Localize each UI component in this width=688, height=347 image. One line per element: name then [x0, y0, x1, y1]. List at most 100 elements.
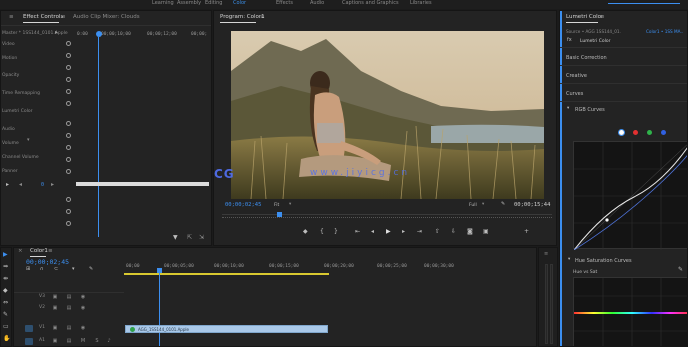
reset-icon[interactable] — [66, 145, 71, 150]
add-marker-icon[interactable]: ◆ — [303, 229, 308, 235]
scrub-bar[interactable] — [222, 214, 552, 215]
ec-playhead-line[interactable] — [98, 37, 99, 237]
lock-icon[interactable]: ▣ — [52, 294, 58, 300]
tab-menu-icon[interactable]: ≡ — [600, 14, 605, 20]
tab-effect-controls[interactable]: Effect Controls — [23, 14, 63, 20]
go-to-in-icon[interactable]: ⇤ — [355, 229, 360, 235]
section-creative[interactable]: Creative — [566, 73, 587, 79]
mute-icon[interactable]: M — [80, 338, 86, 344]
section-basic-correction[interactable]: Basic Correction — [566, 55, 607, 61]
channel-green-icon[interactable] — [647, 130, 652, 135]
play-only-icon[interactable]: ▸ — [55, 30, 58, 36]
source-patch-a1[interactable] — [25, 338, 33, 345]
go-to-out-icon[interactable]: ⇥ — [417, 229, 422, 235]
workspace-editing[interactable]: Editing — [205, 0, 222, 6]
workspace-libraries[interactable]: Libraries — [410, 0, 432, 6]
dropdown-chevron-icon[interactable]: ▾ — [27, 138, 30, 143]
meters-menu-icon[interactable]: ≡ — [544, 252, 548, 257]
timeline-timecode[interactable]: 00;00;02;45 — [26, 258, 69, 266]
mark-out-icon[interactable]: } — [334, 229, 338, 235]
keyframe-nav-icon[interactable]: ◂ — [19, 182, 22, 188]
hand-tool-icon[interactable]: ✋ — [3, 336, 10, 342]
eye-icon[interactable]: ◉ — [80, 305, 86, 311]
rectangle-tool-icon[interactable]: ▭ — [3, 324, 9, 330]
step-forward-icon[interactable]: ▸ — [402, 229, 405, 235]
ec-row-opacity[interactable]: Opacity — [2, 73, 19, 78]
chevron-down-icon[interactable]: ▾ — [568, 257, 570, 263]
nest-icon[interactable]: ⊞ — [26, 267, 30, 272]
eyedropper-icon[interactable]: ✎ — [678, 267, 683, 273]
reset-icon[interactable] — [66, 101, 71, 106]
ec-row-time-remapping[interactable]: Time Remapping — [2, 91, 40, 96]
keyframe-next-icon[interactable]: ▸ — [51, 182, 54, 188]
rgb-curves-label[interactable]: RGB Curves — [575, 107, 605, 113]
sync-lock-icon[interactable]: ▤ — [66, 305, 72, 311]
export-icon[interactable]: ⇱ — [187, 235, 192, 241]
reset-icon[interactable] — [66, 221, 71, 226]
reset-icon[interactable] — [66, 169, 71, 174]
ec-row-channel-volume[interactable]: Channel Volume — [2, 155, 39, 160]
reset-icon[interactable] — [66, 133, 71, 138]
reset-icon[interactable] — [66, 157, 71, 162]
ec-small-value[interactable]: 0 — [41, 182, 44, 188]
linked-selection-icon[interactable]: ⊂ — [54, 267, 58, 272]
channel-blue-icon[interactable] — [661, 130, 666, 135]
extract-icon[interactable]: ⇩ — [451, 229, 456, 235]
play-icon[interactable]: ▶ — [386, 229, 391, 235]
reset-icon[interactable] — [66, 121, 71, 126]
lumetri-source[interactable]: Source • AGG 1SS144_01. — [566, 29, 621, 34]
source-patch-v1[interactable] — [25, 325, 33, 332]
lumetri-target[interactable]: Color1 • 1SS MA.. — [646, 29, 683, 34]
close-icon[interactable]: × — [18, 248, 23, 254]
reset-icon[interactable] — [66, 53, 71, 58]
chevron-down-icon[interactable]: ▾ — [567, 106, 569, 112]
ec-row-motion[interactable]: Motion — [2, 56, 17, 61]
quality-dropdown[interactable]: Full — [469, 203, 477, 208]
reset-icon[interactable] — [66, 77, 71, 82]
hue-sat-curves-label[interactable]: Hue Saturation Curves — [575, 258, 632, 264]
ec-row-volume[interactable]: Volume — [2, 141, 19, 146]
lift-icon[interactable]: ⇧ — [435, 229, 440, 235]
slip-tool-icon[interactable]: ⇔ — [3, 300, 8, 306]
sync-lock-icon[interactable]: ▤ — [66, 338, 72, 344]
snap-icon[interactable]: ∩ — [40, 267, 44, 272]
razor-tool-icon[interactable]: ◆ — [3, 288, 8, 294]
workspace-effects[interactable]: Effects — [276, 0, 293, 6]
workspace-assembly[interactable]: Assembly — [177, 0, 201, 6]
filter-icon[interactable]: ▼ — [173, 235, 178, 241]
channel-red-icon[interactable] — [633, 130, 638, 135]
camera-icon[interactable]: ◙ — [467, 229, 473, 235]
fit-dropdown[interactable]: Fit — [274, 203, 279, 208]
expand-icon[interactable]: ⇲ — [199, 235, 204, 241]
tab-timeline[interactable]: Color1 — [30, 248, 48, 254]
step-back-icon[interactable]: ◂ — [371, 229, 374, 235]
button-editor-icon[interactable]: + — [524, 229, 529, 235]
program-timecode[interactable]: 00;00;02;45 — [225, 202, 261, 208]
reset-icon[interactable] — [66, 65, 71, 70]
rgb-curve-graph[interactable] — [573, 141, 687, 251]
lock-icon[interactable]: ▣ — [52, 305, 58, 311]
reset-icon[interactable] — [66, 197, 71, 202]
pen-tool-icon[interactable]: ✎ — [3, 312, 8, 318]
play-triangle-icon[interactable]: ▸ — [6, 182, 9, 188]
workspace-audio[interactable]: Audio — [310, 0, 324, 6]
ec-playhead-handle[interactable] — [96, 31, 102, 37]
tab-menu-icon[interactable]: ≡ — [260, 14, 265, 20]
ripple-edit-tool-icon[interactable]: ⇹ — [3, 276, 8, 282]
eye-icon[interactable]: ◉ — [80, 294, 86, 300]
tab-menu-icon[interactable]: ≡ — [48, 248, 53, 254]
chevron-down-icon[interactable]: ▾ — [482, 202, 484, 208]
chevron-down-icon[interactable]: ▾ — [289, 202, 291, 208]
ec-row-panner[interactable]: Panner — [2, 169, 18, 174]
add-marker-icon[interactable]: ▾ — [72, 267, 75, 272]
comparison-view-icon[interactable]: ▣ — [483, 229, 489, 235]
workspace-captions[interactable]: Captions and Graphics — [342, 0, 399, 6]
reset-icon[interactable] — [66, 41, 71, 46]
tab-menu-left[interactable]: ≡ — [9, 14, 14, 20]
work-area-bar[interactable] — [124, 273, 329, 275]
hue-sat-graph[interactable] — [573, 277, 687, 346]
lock-icon[interactable]: ▣ — [52, 338, 58, 344]
solo-icon[interactable]: S — [94, 338, 100, 344]
workspace-learning[interactable]: Learning — [152, 0, 174, 6]
track-select-tool-icon[interactable]: ⇛ — [3, 264, 8, 270]
